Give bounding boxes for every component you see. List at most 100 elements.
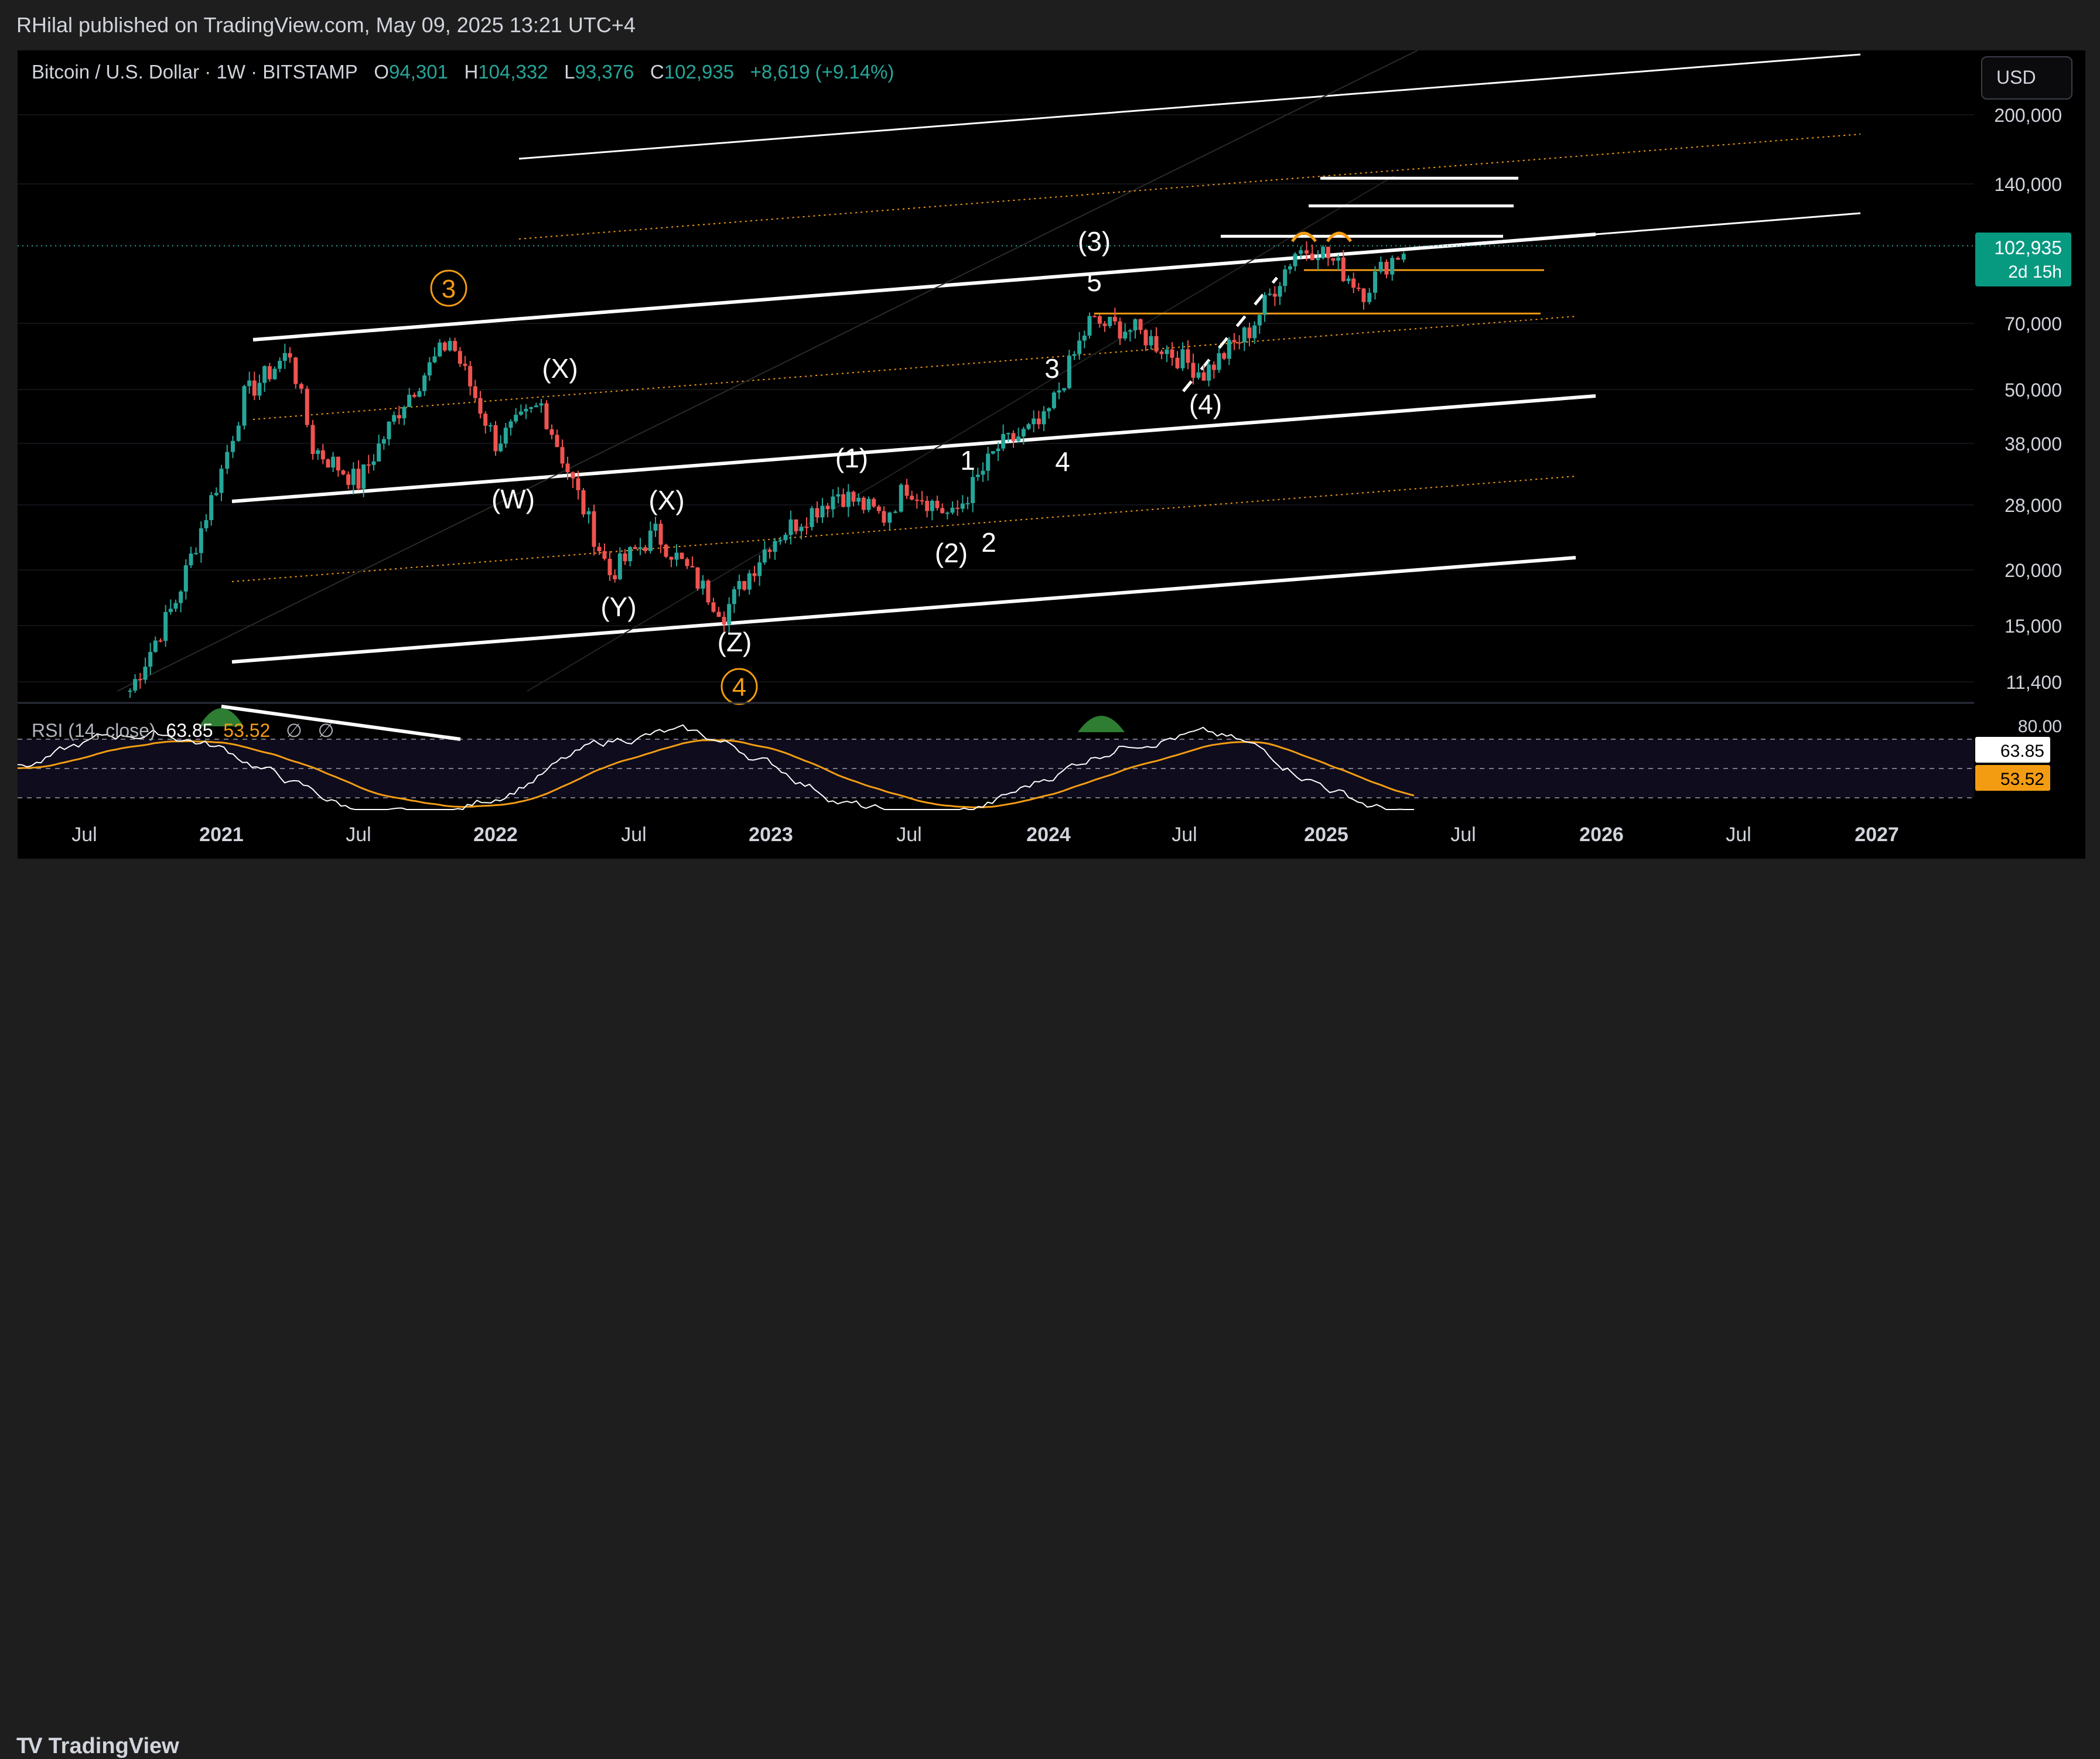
candle-body xyxy=(544,403,549,429)
candle-body xyxy=(576,478,581,490)
channel-midline xyxy=(231,476,1576,582)
candle-body xyxy=(503,428,508,444)
candle-body xyxy=(1227,340,1231,359)
candle-body xyxy=(799,527,804,531)
time-tick: 2027 xyxy=(1855,824,1899,846)
candle-body xyxy=(1356,288,1361,289)
candle-body xyxy=(778,540,783,542)
candle-body xyxy=(138,679,142,681)
candle-body xyxy=(996,448,1001,452)
candle-body xyxy=(194,553,199,555)
price-axis[interactable]: 200,000 140,000 70,000 50,000 38,000 28,000 20… xyxy=(1975,105,2071,693)
candle-body xyxy=(1396,258,1400,260)
candle-body xyxy=(336,456,340,471)
wave-label-p2: (2) xyxy=(935,538,968,568)
candle-body xyxy=(960,503,965,509)
candle-body xyxy=(1262,295,1267,315)
candle-body xyxy=(607,559,612,576)
candle-body xyxy=(846,491,851,507)
rsi-legend[interactable]: RSI (14, close) 63.85 53.52 ∅ ∅ xyxy=(32,719,334,742)
candle-body xyxy=(305,388,309,425)
candle-body xyxy=(247,380,252,387)
candle-body xyxy=(971,477,975,503)
candle-body xyxy=(623,553,627,562)
candle-body xyxy=(841,494,846,507)
candle-body xyxy=(148,652,153,667)
rsi-ma-value: 53.52 xyxy=(223,720,271,741)
channel-line xyxy=(231,394,1596,503)
candle-body xyxy=(508,421,513,428)
candle-body xyxy=(1165,349,1169,354)
candle-body xyxy=(320,450,325,460)
candle-body xyxy=(341,470,346,474)
currency-button[interactable]: USD xyxy=(1981,56,2072,100)
candle-body xyxy=(581,490,586,515)
candle-body xyxy=(1242,327,1247,343)
candle-body xyxy=(1170,349,1174,358)
candle-body xyxy=(1082,335,1087,341)
candle-body xyxy=(331,456,336,468)
time-tick: Jul xyxy=(71,824,97,846)
candle-body xyxy=(463,364,467,366)
candle-body xyxy=(602,551,607,559)
candle-body xyxy=(534,405,538,408)
candle-body xyxy=(1138,319,1143,330)
candle-body xyxy=(1057,390,1061,393)
candle-body xyxy=(173,603,178,609)
time-tick: 2026 xyxy=(1579,824,1624,846)
candle-body xyxy=(518,411,523,415)
time-tick: Jul xyxy=(346,824,371,846)
candle-body xyxy=(1128,330,1132,332)
candle-body xyxy=(565,463,570,473)
candle-body xyxy=(257,382,262,396)
change-value: +8,619 (+9.14%) xyxy=(750,61,894,83)
candle-body xyxy=(189,554,193,566)
symbol-legend[interactable]: Bitcoin / U.S. Dollar · 1W · BITSTAMP O9… xyxy=(32,61,894,83)
high-value: 104,332 xyxy=(478,61,548,83)
candle-body xyxy=(488,425,493,426)
candle-body xyxy=(788,519,793,535)
candle-body xyxy=(706,580,711,603)
candle-body xyxy=(716,612,721,617)
candle-body xyxy=(209,495,214,520)
candle-body xyxy=(887,513,892,523)
candle-body xyxy=(1011,433,1016,442)
candle-body xyxy=(377,443,381,462)
candle-body xyxy=(478,398,483,414)
faint-trend-line xyxy=(527,175,1395,692)
candle-body xyxy=(950,507,955,513)
price-tick: 70,000 xyxy=(2005,313,2062,334)
candle-body xyxy=(442,342,447,351)
candle-body xyxy=(1384,261,1389,275)
candle-body xyxy=(866,498,871,510)
time-axis[interactable]: Jul 2021 Jul 2022 Jul 2023 Jul 2024 Jul 2025 Jul 20… xyxy=(71,824,1899,846)
tradingview-logo[interactable]: TV TradingView xyxy=(16,1734,179,1759)
candle-body xyxy=(1097,316,1102,324)
time-tick: Jul xyxy=(621,824,646,846)
candle-body xyxy=(732,589,736,604)
candle-body xyxy=(597,547,602,551)
candle-body xyxy=(1390,258,1395,275)
rsi-axis-top: 80.00 xyxy=(2018,717,2062,736)
wave-label-p1: (1) xyxy=(835,443,868,473)
candle-body xyxy=(387,421,391,439)
candle-body xyxy=(225,452,230,469)
candle-body xyxy=(356,469,361,489)
time-tick: Jul xyxy=(896,824,921,846)
candle-body xyxy=(1143,330,1148,346)
candle-body xyxy=(163,612,168,641)
candle-body xyxy=(1123,332,1128,339)
candle-body xyxy=(1351,278,1356,288)
candle-body xyxy=(975,474,980,477)
candle-body xyxy=(310,425,315,455)
candle-body xyxy=(586,511,591,515)
candle-body xyxy=(752,573,757,576)
candle-body xyxy=(1032,418,1036,425)
candle-body xyxy=(1321,247,1326,258)
candle-body xyxy=(925,501,930,511)
candle-body xyxy=(214,493,218,496)
candle-body xyxy=(236,425,241,441)
candle-body xyxy=(1042,411,1046,425)
low-label: L xyxy=(564,61,575,83)
time-tick: 2022 xyxy=(473,824,518,846)
